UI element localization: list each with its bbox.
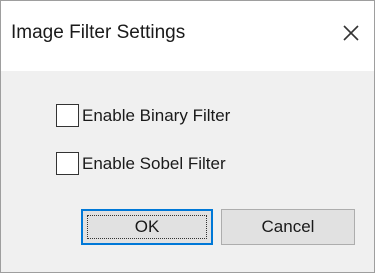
cancel-button-label: Cancel [261,217,315,236]
close-button[interactable] [330,9,372,57]
sobel-filter-checkbox[interactable] [56,152,79,175]
sobel-filter-label[interactable]: Enable Sobel Filter [82,154,226,174]
binary-filter-option[interactable]: Enable Binary Filter [56,104,230,127]
dialog-window: Image Filter Settings Enable Binary Filt… [0,0,375,273]
cancel-button[interactable]: Cancel [221,209,355,245]
ok-button[interactable]: OK [81,209,213,245]
close-icon [343,25,359,41]
window-title: Image Filter Settings [11,22,186,43]
ok-button-label: OK [134,217,160,236]
sobel-filter-option[interactable]: Enable Sobel Filter [56,152,226,175]
binary-filter-label[interactable]: Enable Binary Filter [82,106,230,126]
binary-filter-checkbox[interactable] [56,104,79,127]
title-bar: Image Filter Settings [1,1,374,71]
